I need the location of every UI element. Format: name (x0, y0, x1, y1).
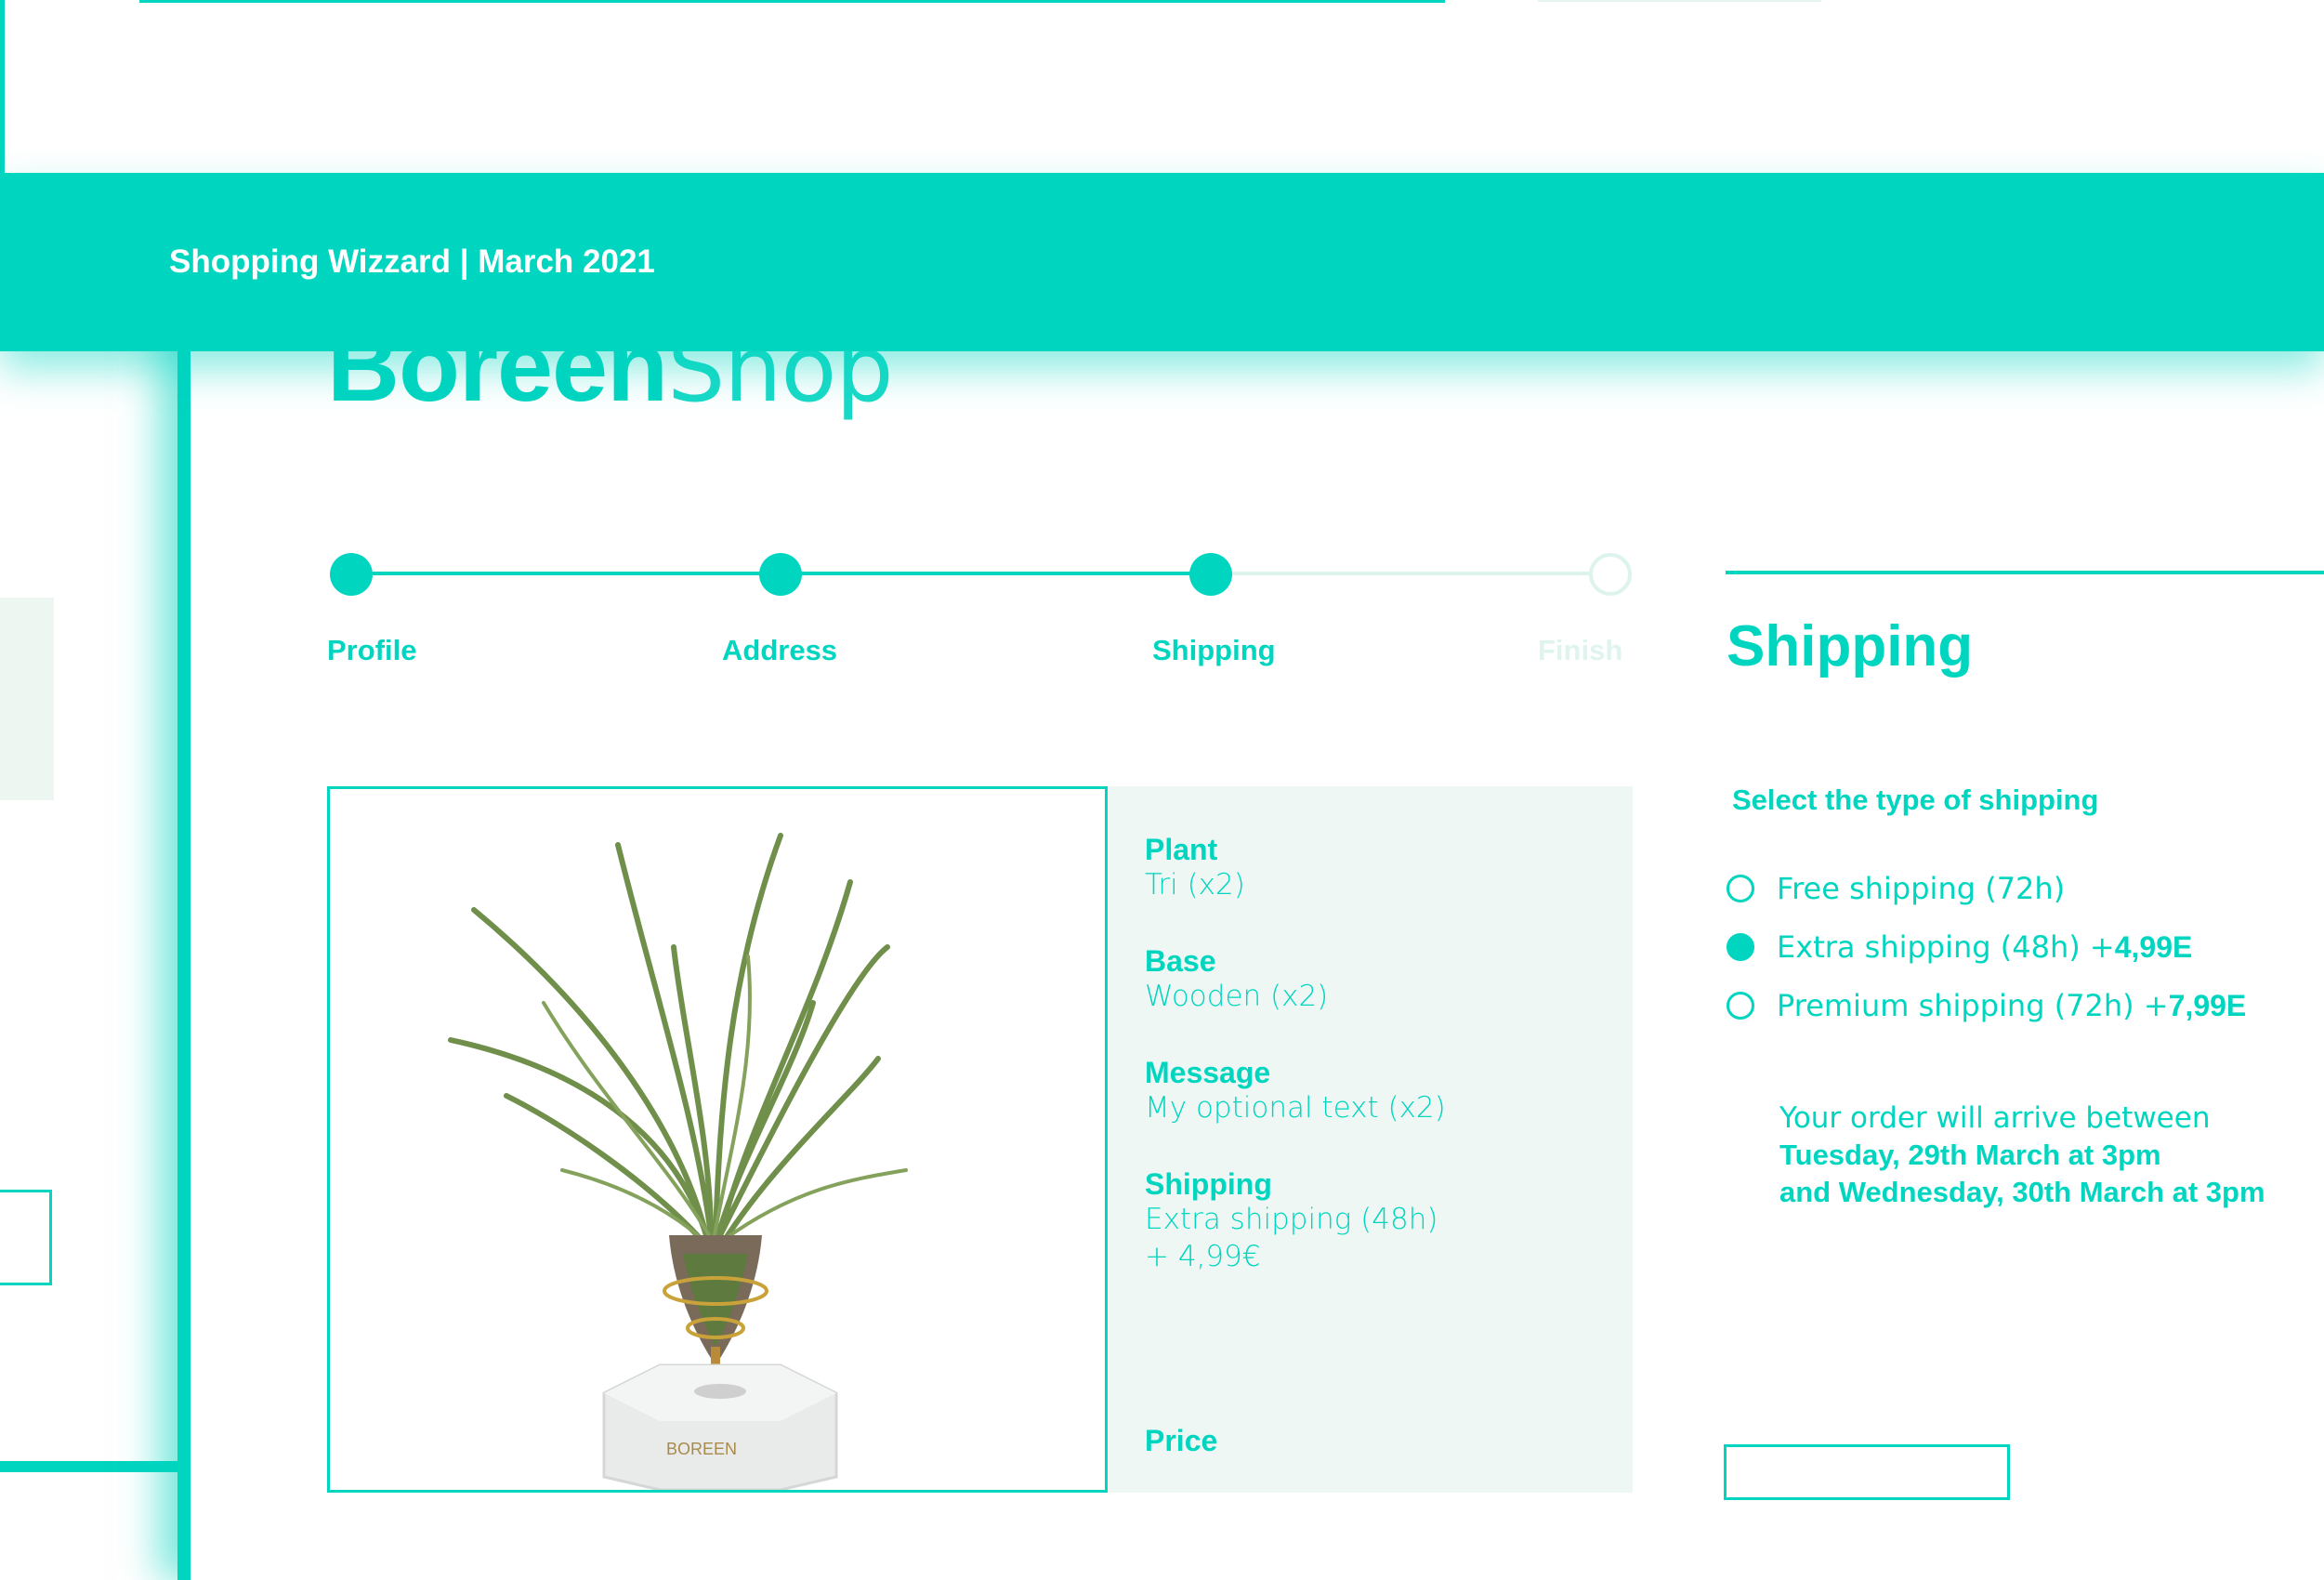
step-dot-shipping[interactable] (1189, 553, 1232, 596)
shipping-section-divider (1726, 571, 2324, 574)
shipping-option-price: 4,99E (2114, 929, 2193, 964)
decorative-top-line-faded (1538, 0, 1821, 2)
step-dot-finish (1589, 553, 1632, 596)
shipping-title: Shipping (1727, 614, 1974, 678)
step-dot-profile[interactable] (330, 553, 373, 596)
shipping-option-premium[interactable]: Premium shipping (72h) + 7,99E (1727, 988, 2246, 1023)
shipping-option-label: Extra shipping (48h) + (1777, 929, 2115, 965)
arrival-from: Tuesday, 29th March at 3pm (1779, 1139, 2161, 1171)
shipping-option-label: Free shipping (72h) (1777, 871, 2066, 906)
shipping-option-extra[interactable]: Extra shipping (48h) + 4,99E (1727, 929, 2192, 965)
shipping-option-free[interactable]: Free shipping (72h) (1727, 871, 2065, 906)
decorative-top-line (139, 0, 1445, 3)
product-image-frame: BOREEN (327, 786, 1108, 1493)
stepper-line-pending (1211, 572, 1610, 575)
background-card-button (0, 1190, 52, 1285)
next-step-button[interactable] (1724, 1444, 2010, 1500)
shipping-option-label: Premium shipping (72h) + (1777, 988, 2169, 1023)
summary-label-base: Base (1145, 944, 1216, 978)
decorative-left-line (0, 0, 5, 186)
summary-value-shipping: Extra shipping (48h) (1145, 1203, 1438, 1236)
step-label-profile[interactable]: Profile (327, 634, 416, 667)
summary-value-message: My optional text (x2) (1145, 1091, 1446, 1125)
arrival-estimate: Your order will arrive between Tuesday, … (1779, 1099, 2265, 1211)
radio-unchecked-icon[interactable] (1727, 875, 1754, 902)
step-dot-address[interactable] (759, 553, 802, 596)
summary-value-shipping-price: + 4,99€ (1145, 1240, 1261, 1273)
arrival-to: and Wednesday, 30th March at 3pm (1779, 1176, 2265, 1208)
summary-label-price: Price (1145, 1424, 1218, 1457)
summary-label-plant: Plant (1145, 833, 1218, 866)
step-label-address[interactable]: Address (722, 634, 837, 667)
background-card-panel (0, 598, 54, 800)
shipping-subtitle: Select the type of shipping (1732, 783, 2099, 816)
summary-label-shipping: Shipping (1145, 1167, 1272, 1201)
header-banner: Shopping Wizzard | March 2021 (0, 173, 2324, 351)
page-title: Shopping Wizzard | March 2021 (169, 244, 655, 280)
radio-unchecked-icon[interactable] (1727, 992, 1754, 1020)
radio-checked-icon[interactable] (1727, 933, 1754, 961)
shipping-option-price: 7,99E (2168, 988, 2247, 1022)
air-plant-photo-icon: BOREEN (448, 833, 908, 1492)
summary-label-message: Message (1145, 1056, 1271, 1089)
summary-value-plant: Tri (x2) (1145, 868, 1245, 902)
base-brand-text: BOREEN (666, 1440, 737, 1458)
order-summary-panel: Plant Tri (x2) Base Wooden (x2) Message … (1108, 786, 1633, 1493)
step-label-finish: Finish (1538, 634, 1623, 666)
decorative-bottom-strip (0, 1461, 190, 1472)
arrival-intro: Your order will arrive between (1779, 1101, 2211, 1135)
summary-value-base: Wooden (x2) (1145, 980, 1329, 1013)
step-label-shipping[interactable]: Shipping (1152, 634, 1276, 667)
